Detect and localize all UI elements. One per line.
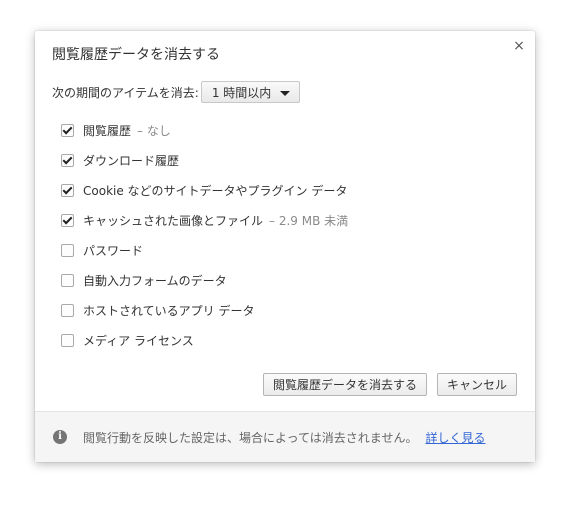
checkbox-download-history[interactable]: [61, 153, 74, 167]
option-label: メディア ライセンス: [83, 333, 194, 348]
option-browsing-history[interactable]: 閲覧履歴 – なし: [61, 115, 348, 145]
dialog-buttons: 閲覧履歴データを消去する キャンセル: [253, 373, 517, 396]
data-type-options: 閲覧履歴 – なし ダウンロード履歴 Cookie などのサイトデータやプラグイ…: [61, 115, 348, 355]
option-label: パスワード: [83, 243, 144, 258]
option-cached-images[interactable]: キャッシュされた画像とファイル – 2.9 MB 未満: [61, 205, 348, 235]
clear-data-button[interactable]: 閲覧履歴データを消去する: [262, 373, 427, 396]
option-media-licenses[interactable]: メディア ライセンス: [61, 325, 348, 355]
info-icon: i: [53, 430, 67, 444]
option-label: Cookie などのサイトデータやプラグイン データ: [83, 183, 348, 198]
learn-more-link[interactable]: 詳しく見る: [425, 429, 485, 446]
option-label: ダウンロード履歴: [83, 153, 180, 168]
option-hosted-app-data[interactable]: ホストされているアプリ データ: [61, 295, 348, 325]
checkbox-cached-images[interactable]: [61, 213, 74, 227]
time-period-select[interactable]: 1 時間以内: [200, 81, 301, 103]
dropdown-arrow-icon: [280, 91, 291, 96]
checkbox-media-licenses[interactable]: [61, 333, 74, 347]
dialog-footer: i 閲覧行動を反映した設定は、場合によっては消去されません。 詳しく見る: [35, 411, 535, 462]
option-label: ホストされているアプリ データ: [83, 303, 255, 318]
clear-browsing-data-dialog: 閲覧履歴データを消去する × 次の期間のアイテムを消去: 1 時間以内 閲覧履歴…: [35, 31, 535, 462]
option-detail: – 2.9 MB 未満: [269, 213, 349, 228]
option-passwords[interactable]: パスワード: [61, 235, 348, 265]
time-period-row: 次の期間のアイテムを消去: 1 時間以内: [52, 79, 301, 105]
option-label: キャッシュされた画像とファイル: [83, 213, 264, 228]
checkbox-cookies[interactable]: [61, 183, 74, 197]
option-cookies[interactable]: Cookie などのサイトデータやプラグイン データ: [61, 175, 348, 205]
dialog-title: 閲覧履歴データを消去する: [52, 47, 220, 63]
footer-notice: 閲覧行動を反映した設定は、場合によっては消去されません。: [83, 430, 418, 445]
option-detail: – なし: [137, 123, 171, 138]
checkbox-autofill[interactable]: [61, 273, 74, 287]
checkbox-hosted-app-data[interactable]: [61, 303, 74, 317]
option-autofill[interactable]: 自動入力フォームのデータ: [61, 265, 348, 295]
cancel-button[interactable]: キャンセル: [436, 373, 517, 396]
checkbox-passwords[interactable]: [61, 243, 74, 257]
time-period-label: 次の期間のアイテムを消去:: [52, 85, 199, 100]
option-label: 閲覧履歴: [83, 123, 132, 138]
option-label: 自動入力フォームのデータ: [83, 273, 227, 288]
option-download-history[interactable]: ダウンロード履歴: [61, 145, 348, 175]
time-period-selected-value: 1 時間以内: [211, 85, 272, 100]
close-icon[interactable]: ×: [512, 39, 526, 53]
checkbox-browsing-history[interactable]: [61, 123, 74, 137]
